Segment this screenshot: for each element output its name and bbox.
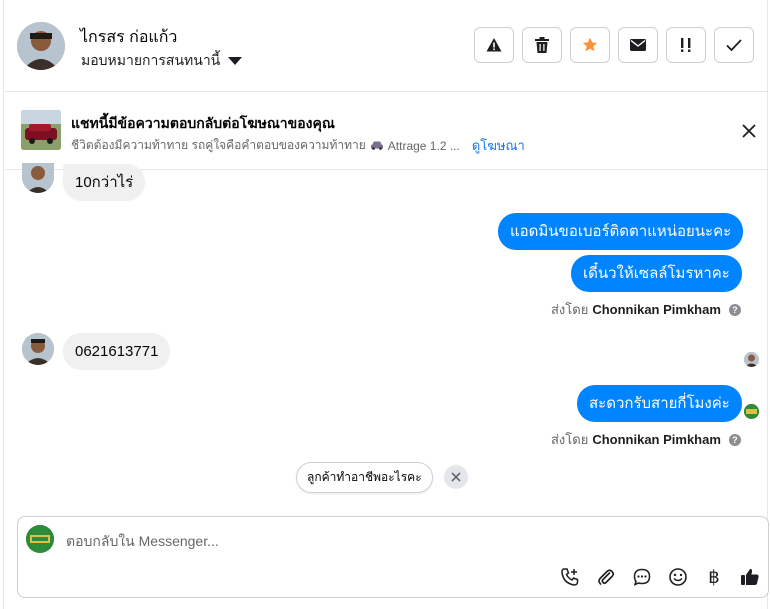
conversation-actions: [474, 27, 754, 63]
outgoing-message[interactable]: แอดมินขอเบอร์ติดตาแหน่อยนะคะ: [498, 213, 744, 250]
contact-name[interactable]: ไกรสร ก่อแก้ว: [80, 25, 177, 50]
sent-by-prefix: ส่งโดย: [551, 432, 589, 447]
like-button[interactable]: [738, 565, 762, 589]
close-banner-button[interactable]: [738, 120, 760, 142]
check-icon: [726, 39, 742, 52]
assign-conversation-dropdown[interactable]: มอบหมายการสนทนานี้: [81, 50, 243, 72]
thumbs-up-icon: [741, 568, 759, 585]
help-icon[interactable]: ?: [728, 303, 741, 316]
report-spam-button[interactable]: [474, 27, 514, 63]
delete-button[interactable]: [522, 27, 562, 63]
contact-avatar[interactable]: [17, 22, 65, 70]
outgoing-message[interactable]: สะดวกรับสายกี่โมงค่ะ: [577, 385, 742, 422]
saved-replies-button[interactable]: [630, 565, 654, 589]
page-avatar: [26, 525, 54, 553]
incoming-message[interactable]: 0621613771: [63, 333, 171, 370]
view-ad-link[interactable]: ดูโฆษณา: [472, 135, 525, 156]
sent-by-name: Chonnikan Pimkham: [592, 432, 721, 447]
star-icon: [582, 37, 598, 52]
caret-down-icon: [228, 57, 243, 65]
ad-thumbnail[interactable]: [21, 110, 61, 150]
dismiss-suggestion-button[interactable]: [444, 465, 468, 489]
sent-by-label: ส่งโดย Chonnikan Pimkham ?: [551, 299, 741, 320]
phone-plus-icon: [561, 568, 579, 586]
call-button[interactable]: [558, 565, 582, 589]
contact-read-receipt: [744, 352, 759, 367]
chat-bubble-icon: [633, 568, 651, 586]
ad-caption: ชีวิตต้องมีความท้าทาย รถคู่ใจคือคำตอบของ…: [71, 138, 366, 152]
emoji-button[interactable]: [666, 565, 690, 589]
ad-reply-banner: แชทนี้มีข้อความตอบกลับต่อโฆษณาของคุณ ชีว…: [5, 92, 767, 170]
car-icon: [370, 139, 384, 153]
incoming-message[interactable]: 10กว่าไร่: [63, 164, 146, 201]
suggested-reply-chip[interactable]: ลูกค้าทำอาชีพอะไรคะ: [296, 462, 433, 493]
mark-done-button[interactable]: [714, 27, 754, 63]
sent-by-prefix: ส่งโดย: [551, 302, 589, 317]
sent-by-name: Chonnikan Pimkham: [592, 302, 721, 317]
sent-by-label: ส่งโดย Chonnikan Pimkham ?: [551, 429, 741, 450]
outgoing-message[interactable]: เดี๋นวให้เซลล์โมรหาคะ: [571, 255, 742, 292]
ad-car-label: Attrage 1.2 ...: [387, 138, 460, 153]
reply-composer: ฿: [17, 516, 769, 598]
star-button[interactable]: [570, 27, 610, 63]
close-icon: [742, 124, 756, 138]
page-read-receipt: [744, 404, 759, 419]
reply-input[interactable]: [66, 531, 726, 551]
ad-banner-title: แชทนี้มีข้อความตอบกลับต่อโฆษณาของคุณ: [71, 115, 335, 131]
contact-avatar-small: [22, 163, 54, 193]
assign-conversation-label: มอบหมายการสนทนานี้: [81, 52, 221, 68]
smiley-icon: [669, 568, 687, 586]
follow-up-button[interactable]: [666, 27, 706, 63]
trash-icon: [535, 37, 549, 53]
ad-banner-subtitle: ชีวิตต้องมีความท้าทาย รถคู่ใจคือคำตอบของ…: [71, 135, 525, 156]
payment-button[interactable]: ฿: [702, 565, 726, 589]
mark-unread-button[interactable]: [618, 27, 658, 63]
exclamation-icon: [681, 38, 691, 52]
envelope-icon: [630, 39, 646, 51]
warning-icon: [486, 38, 502, 52]
left-frame-border: [0, 0, 4, 609]
baht-icon: ฿: [708, 567, 720, 587]
composer-toolbar: ฿: [558, 565, 762, 589]
paperclip-icon: [598, 569, 615, 585]
close-icon: [451, 472, 461, 482]
attach-button[interactable]: [594, 565, 618, 589]
conversation-header: ไกรสร ก่อแก้ว มอบหมายการสนทนานี้: [5, 0, 767, 92]
help-icon[interactable]: ?: [728, 433, 741, 446]
contact-avatar-small: [22, 333, 54, 365]
